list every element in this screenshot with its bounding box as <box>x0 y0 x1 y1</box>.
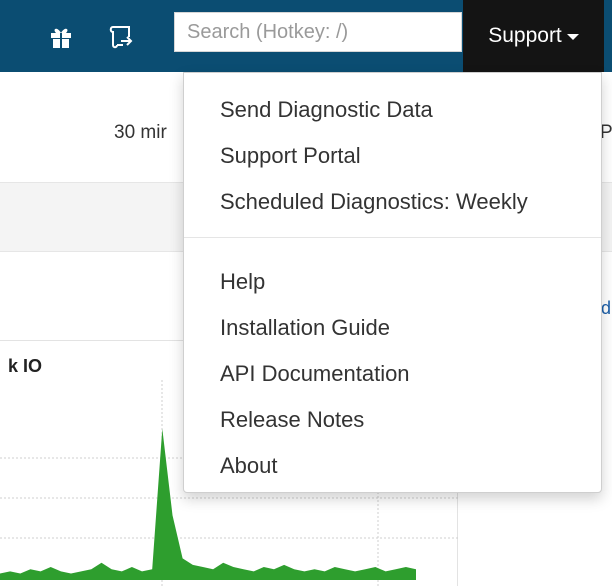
menu-item-send-diagnostic-data[interactable]: Send Diagnostic Data <box>220 97 433 123</box>
menu-divider <box>184 237 601 238</box>
scroll-arrow-icon[interactable] <box>104 20 138 54</box>
support-dropdown-menu: Send Diagnostic Data Support Portal Sche… <box>183 72 602 493</box>
menu-item-scheduled-diagnostics[interactable]: Scheduled Diagnostics: Weekly <box>220 189 528 215</box>
caret-down-icon <box>566 33 579 40</box>
support-menu-button[interactable]: Support <box>463 0 604 72</box>
search-input[interactable] <box>174 12 462 52</box>
time-range-label[interactable]: 30 mir <box>114 122 167 144</box>
menu-item-about[interactable]: About <box>220 453 278 479</box>
gift-icon[interactable] <box>44 20 78 54</box>
clipped-link[interactable]: d <box>601 298 611 319</box>
chart-title: k IO <box>8 356 43 376</box>
menu-item-api-documentation[interactable]: API Documentation <box>220 361 410 387</box>
top-navbar: Support <box>0 0 612 72</box>
menu-item-help[interactable]: Help <box>220 269 265 295</box>
menu-item-support-portal[interactable]: Support Portal <box>220 143 361 169</box>
menu-item-release-notes[interactable]: Release Notes <box>220 407 364 433</box>
support-label: Support <box>488 24 562 47</box>
menu-item-installation-guide[interactable]: Installation Guide <box>220 315 390 341</box>
